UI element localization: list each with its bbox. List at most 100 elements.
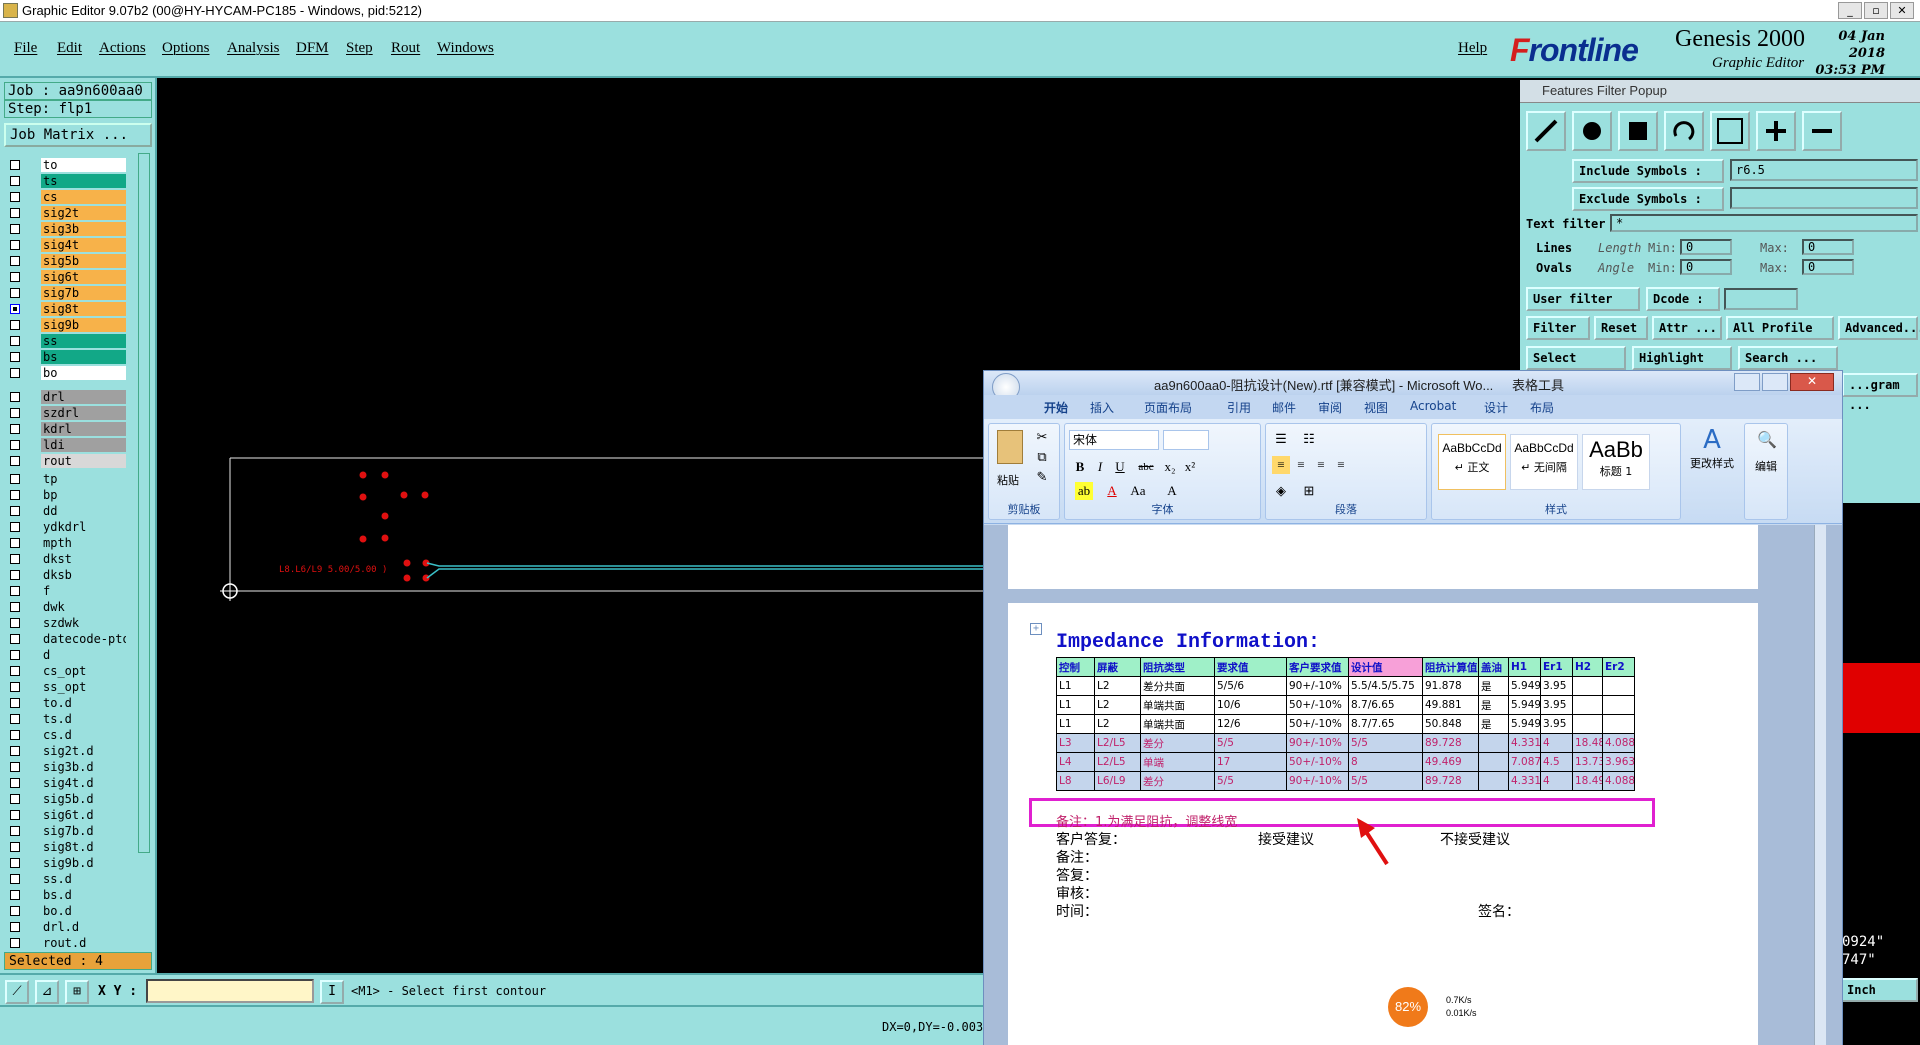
menu-edit[interactable]: Edit: [57, 40, 82, 57]
layer-name[interactable]: ss_opt: [41, 680, 126, 694]
layer-name[interactable]: sig9b.d: [41, 856, 126, 870]
italic-icon[interactable]: I: [1091, 458, 1109, 476]
layer-checkbox[interactable]: [10, 160, 20, 170]
layer-name[interactable]: ss.d: [41, 872, 126, 886]
font-color-icon[interactable]: A: [1103, 482, 1121, 500]
table-cell[interactable]: 4.331: [1508, 771, 1541, 791]
table-cell[interactable]: 5/5: [1214, 771, 1287, 791]
layer-checkbox[interactable]: [10, 424, 20, 434]
layer-row[interactable]: sig3b.d: [4, 759, 126, 775]
table-cell[interactable]: 4.088: [1602, 771, 1635, 791]
layer-name[interactable]: drl: [41, 390, 126, 404]
layer-name[interactable]: sig9b: [41, 318, 126, 332]
layer-row[interactable]: sig3b: [4, 221, 126, 237]
layer-checkbox[interactable]: [10, 408, 20, 418]
layer-row[interactable]: cs_opt: [4, 663, 126, 679]
table-row[interactable]: L8L6/L9差分5/590+/-10%5/589.7284.331418.49…: [1056, 771, 1635, 791]
tab-layout[interactable]: 布局: [1530, 399, 1554, 416]
table-cell[interactable]: 91.878: [1422, 676, 1479, 696]
angle-max-field[interactable]: 0: [1802, 259, 1854, 275]
layer-row[interactable]: d: [4, 647, 126, 663]
highlight-color-icon[interactable]: ab: [1075, 482, 1093, 500]
layer-name[interactable]: ldi: [41, 438, 126, 452]
layer-row[interactable]: kdrl: [4, 421, 126, 437]
layer-checkbox[interactable]: [10, 176, 20, 186]
table-cell[interactable]: [1572, 695, 1603, 715]
column-header[interactable]: 阻抗类型: [1140, 657, 1215, 677]
pad-filter-icon[interactable]: [1572, 111, 1612, 151]
column-header[interactable]: 客户要求值: [1286, 657, 1349, 677]
advanced-button[interactable]: Advanced...: [1838, 316, 1920, 340]
table-cell[interactable]: 10/6: [1214, 695, 1287, 715]
tab-page-layout[interactable]: 页面布局: [1144, 399, 1192, 416]
table-cell[interactable]: 90+/-10%: [1286, 771, 1349, 791]
bold-icon[interactable]: B: [1071, 458, 1089, 476]
layer-checkbox[interactable]: [10, 698, 20, 708]
layer-checkbox[interactable]: [10, 352, 20, 362]
layer-name[interactable]: ydkdrl: [41, 520, 126, 534]
table-cell[interactable]: 17: [1214, 752, 1287, 772]
table-cell[interactable]: 差分共面: [1140, 676, 1215, 696]
layer-row[interactable]: sig7b.d: [4, 823, 126, 839]
measure-icon[interactable]: ⊿: [35, 980, 59, 1004]
table-cell[interactable]: 3.95: [1540, 676, 1573, 696]
layer-checkbox[interactable]: [10, 938, 20, 948]
layer-row[interactable]: ts: [4, 173, 126, 189]
superscript-icon[interactable]: x²: [1181, 458, 1199, 476]
layer-checkbox[interactable]: [10, 272, 20, 282]
table-cell[interactable]: 49.469: [1422, 752, 1479, 772]
char-shading-icon[interactable]: A: [1163, 482, 1181, 500]
layer-name[interactable]: sig7b: [41, 286, 126, 300]
layer-checkbox[interactable]: [10, 570, 20, 580]
table-cell[interactable]: 49.881: [1422, 695, 1479, 715]
table-cell[interactable]: 18.488: [1572, 733, 1603, 753]
table-cell[interactable]: 差分: [1140, 771, 1215, 791]
layer-name[interactable]: dkst: [41, 552, 126, 566]
layer-name[interactable]: f: [41, 584, 126, 598]
document-page[interactable]: + Impedance Information: 控制 屏蔽 阻抗类型 要求值 客户要求…: [1008, 603, 1758, 1045]
exclude-symbols-field[interactable]: [1730, 187, 1918, 209]
include-symbols-button[interactable]: Include Symbols :: [1572, 159, 1724, 183]
grid-icon[interactable]: ⊞: [65, 980, 89, 1004]
layer-name[interactable]: bp: [41, 488, 126, 502]
layer-row[interactable]: datecode-pto: [4, 631, 126, 647]
table-cell[interactable]: L1: [1056, 714, 1095, 734]
table-cell[interactable]: L2: [1094, 695, 1141, 715]
layer-row[interactable]: bo.d: [4, 903, 126, 919]
layer-checkbox[interactable]: [10, 304, 20, 314]
line-filter-icon[interactable]: [1526, 111, 1566, 151]
layer-row[interactable]: sig8t.d: [4, 839, 126, 855]
table-cell[interactable]: 50+/-10%: [1286, 695, 1349, 715]
layer-name[interactable]: szdrl: [41, 406, 126, 420]
menu-dfm[interactable]: DFM: [296, 40, 329, 57]
all-profile-dropdown[interactable]: All Profile: [1726, 316, 1834, 340]
menu-step[interactable]: Step: [346, 40, 373, 57]
select-button[interactable]: Select: [1526, 346, 1626, 370]
menu-windows[interactable]: Windows: [437, 40, 494, 57]
layer-name[interactable]: sig5b: [41, 254, 126, 268]
table-cell[interactable]: 5.949: [1508, 676, 1541, 696]
table-cell[interactable]: 13.733: [1572, 752, 1603, 772]
column-header[interactable]: 阻抗计算值: [1422, 657, 1479, 677]
table-cell[interactable]: [1478, 733, 1509, 753]
layer-row[interactable]: sig2t: [4, 205, 126, 221]
layer-name[interactable]: rout: [41, 454, 126, 468]
change-case-icon[interactable]: Aa: [1129, 482, 1147, 500]
layer-checkbox[interactable]: [10, 240, 20, 250]
layer-name[interactable]: ss: [41, 334, 126, 348]
layer-row[interactable]: f: [4, 583, 126, 599]
layer-row[interactable]: cs: [4, 189, 126, 205]
strikethrough-icon[interactable]: abc: [1137, 458, 1155, 476]
layer-checkbox[interactable]: [10, 522, 20, 532]
table-cell[interactable]: [1602, 714, 1635, 734]
layer-row[interactable]: sig6t.d: [4, 807, 126, 823]
layer-checkbox[interactable]: [10, 392, 20, 402]
layer-checkbox[interactable]: [10, 336, 20, 346]
underline-icon[interactable]: U: [1111, 458, 1129, 476]
layer-name[interactable]: sig7b.d: [41, 824, 126, 838]
table-cell[interactable]: L4: [1056, 752, 1095, 772]
layer-checkbox[interactable]: [10, 794, 20, 804]
menu-actions[interactable]: Actions: [99, 40, 146, 57]
table-cell[interactable]: L2/L5: [1094, 733, 1141, 753]
layer-row[interactable]: sig9b: [4, 317, 126, 333]
